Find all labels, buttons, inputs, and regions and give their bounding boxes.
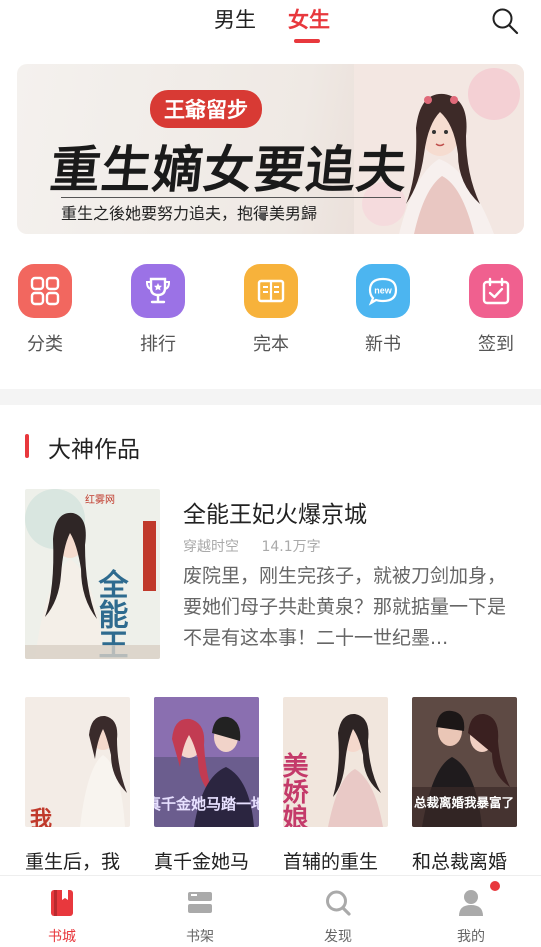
book-cover-title: 我嫁给了节夫	[26, 807, 52, 827]
promo-banner[interactable]: 王爺留步 重生嫡女要追夫 重生之後她要努力追夫，抱得美男歸	[17, 64, 524, 234]
book-title: 真千金她马	[154, 851, 250, 873]
svg-text:new: new	[374, 286, 393, 296]
book-cover-title: 真千金她马踏一地	[154, 795, 259, 813]
search-icon	[492, 8, 519, 35]
book-title: 首辅的重生	[283, 851, 379, 873]
bookshelf-icon	[188, 892, 212, 913]
book-cover: 总裁离婚我暴富了	[412, 697, 517, 827]
new-badge-icon: new	[356, 264, 410, 318]
book-title: 和总裁离婚	[412, 851, 508, 873]
nav-completed-label: 完本	[253, 334, 289, 355]
book-card[interactable]: 我嫁给了节夫 重生后，我	[25, 697, 130, 874]
notification-dot	[490, 881, 500, 891]
bottom-tab-discover[interactable]: 发现	[308, 888, 368, 946]
bottom-tab-profile[interactable]: 我的	[441, 888, 501, 946]
bottom-tab-bookstore[interactable]: 书城	[32, 888, 92, 946]
book-cover: 真千金她马踏一地	[154, 697, 259, 827]
nav-ranking[interactable]: 排行	[128, 264, 188, 356]
feature-book-title[interactable]: 全能王妃火爆京城	[183, 495, 367, 529]
bottom-tab-discover-label: 发现	[324, 929, 352, 945]
banner-subtitle: 重生之後她要努力追夫，抱得美男歸	[61, 197, 401, 224]
book-cover: 我嫁给了节夫	[25, 697, 130, 827]
nav-new-books[interactable]: new 新书	[353, 264, 413, 356]
bottom-tab-bookshelf-label: 书架	[186, 929, 214, 945]
section-title: 大神作品	[48, 437, 140, 463]
feature-book-meta: 穿越时空 14.1万字	[183, 536, 339, 556]
bottom-navigation: 书城 书架 发现 我的	[0, 875, 541, 947]
section-accent-bar	[25, 434, 29, 458]
section-divider	[0, 389, 541, 405]
bookstore-icon	[51, 890, 73, 916]
profile-icon	[459, 890, 483, 916]
book-cover-title: 美娇娘	[283, 751, 308, 827]
top-bar: 男生 女生	[0, 0, 541, 60]
feature-cover-brand: 红雾网	[85, 493, 115, 506]
trophy-icon	[131, 264, 185, 318]
feature-book-genre: 穿越时空	[183, 539, 239, 555]
discover-icon	[326, 890, 351, 916]
active-tab-indicator	[294, 39, 320, 43]
bottom-tab-bookshelf[interactable]: 书架	[170, 888, 230, 946]
nav-category[interactable]: 分类	[15, 264, 75, 356]
grid-icon	[18, 264, 72, 318]
nav-ranking-label: 排行	[140, 334, 176, 355]
book-cover: 美娇娘	[283, 697, 388, 827]
calendar-check-icon	[469, 264, 523, 318]
tab-female[interactable]: 女生	[288, 6, 330, 34]
nav-completed[interactable]: 完本	[241, 264, 301, 356]
feature-book-cover[interactable]: 全能王妃 红雾网	[25, 489, 160, 659]
nav-checkin[interactable]: 签到	[466, 264, 526, 356]
feature-cover-art: 全能王妃 红雾网	[25, 489, 160, 659]
banner-page-dot	[259, 213, 266, 220]
book-open-icon	[244, 264, 298, 318]
bottom-tab-bookstore-label: 书城	[48, 929, 76, 945]
bottom-tab-profile-label: 我的	[457, 929, 485, 945]
book-title: 重生后，我	[25, 851, 121, 873]
feature-book-description: 废院里，刚生完孩子，就被刀剑加身，要她们母子共赴黄泉？那就掂量一下是不是有这本事…	[183, 565, 507, 649]
banner-title: 重生嫡女要追夫	[47, 140, 411, 199]
nav-new-books-label: 新书	[365, 334, 401, 355]
book-card[interactable]: 真千金她马踏一地 真千金她马	[154, 697, 259, 874]
feature-book-words: 14.1万字	[261, 539, 321, 555]
book-card[interactable]: 总裁离婚我暴富了 和总裁离婚	[412, 697, 517, 874]
tab-male[interactable]: 男生	[214, 6, 256, 34]
book-cover-title: 总裁离婚我暴富了	[414, 795, 514, 810]
nav-category-label: 分类	[27, 334, 63, 355]
search-button[interactable]	[490, 6, 520, 36]
nav-checkin-label: 签到	[478, 334, 514, 355]
book-card[interactable]: 美娇娘 首辅的重生	[283, 697, 388, 874]
bookstore-screen: 男生 女生 王爺留步 重生嫡女要追夫 重生之後她要努力追夫，抱得美男歸 分类 排…	[0, 0, 541, 947]
banner-tag: 王爺留步	[150, 90, 262, 128]
